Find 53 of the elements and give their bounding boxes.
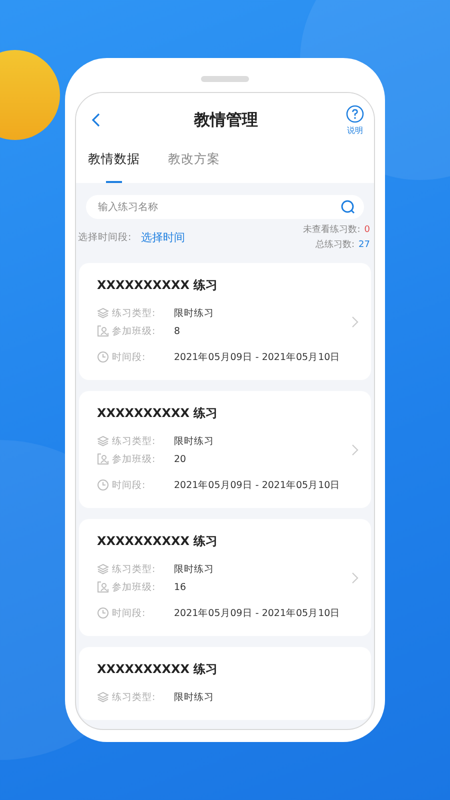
field-label: 参加班级:	[112, 452, 156, 466]
field-value: 2021年05月09日 - 2021年05月10日	[174, 350, 340, 364]
exercise-card[interactable]: XXXXXXXXXX 练习 练习类型: 限时练习 参加班级: 16 时间段: 2021年05月09日 - 2021年05月10日	[79, 519, 371, 636]
clock-icon	[97, 479, 109, 491]
card-title: XXXXXXXXXX 练习	[97, 661, 219, 678]
person-card-icon	[97, 581, 109, 593]
search-icon[interactable]	[340, 199, 356, 215]
field-label: 练习类型:	[112, 562, 156, 576]
speaker-slot	[201, 76, 249, 82]
count-stat: 未查看练习数: 0	[303, 224, 370, 236]
exercise-card[interactable]: XXXXXXXXXX 练习 练习类型: 限时练习 参加班级: 20 时间段: 2021年05月09日 - 2021年05月10日	[79, 391, 371, 508]
clock-icon	[97, 351, 109, 363]
count-stat: 总练习数: 27	[316, 238, 370, 251]
field-label: 练习类型:	[112, 306, 156, 320]
field-value: 2021年05月09日 - 2021年05月10日	[174, 606, 340, 620]
chevron-right-icon	[351, 316, 359, 328]
exercise-card[interactable]: XXXXXXXXXX 练习 练习类型: 限时练习 参加班级: 8 时间段: 2021年05月09日 - 2021年05月10日	[79, 263, 371, 380]
page-title: 教情管理	[192, 110, 259, 130]
exercise-card[interactable]: XXXXXXXXXX 练习 练习类型: 限时练习	[79, 647, 371, 720]
field-label: 参加班级:	[112, 580, 156, 594]
search-field[interactable]: 输入练习名称	[86, 195, 364, 219]
layers-icon	[97, 563, 109, 575]
chevron-right-icon	[351, 444, 359, 456]
person-card-icon	[97, 325, 109, 337]
field-label: 时间段:	[112, 606, 146, 620]
chevron-right-icon	[351, 572, 359, 584]
field-label: 练习类型:	[112, 434, 156, 448]
layers-icon	[97, 691, 109, 703]
layers-icon	[97, 307, 109, 319]
field-label: 练习类型:	[112, 690, 156, 704]
card-title: XXXXXXXXXX 练习	[97, 277, 219, 294]
field-label: 时间段:	[112, 350, 146, 364]
field-value: 20	[174, 454, 186, 464]
tab[interactable]: 教情数据	[88, 147, 140, 183]
help-icon[interactable]	[346, 104, 364, 122]
field-value: 限时练习	[174, 434, 214, 448]
field-value: 2021年05月09日 - 2021年05月10日	[174, 478, 340, 492]
card-title: XXXXXXXXXX 练习	[97, 533, 219, 550]
tab[interactable]: 教改方案	[168, 147, 220, 183]
filter-label: 选择时间段:	[78, 230, 132, 244]
card-title: XXXXXXXXXX 练习	[97, 405, 219, 422]
field-label: 时间段:	[112, 478, 146, 492]
field-value: 限时练习	[174, 306, 214, 320]
help-label[interactable]: 说明	[347, 124, 363, 136]
field-label: 参加班级:	[112, 324, 156, 338]
person-card-icon	[97, 453, 109, 465]
clock-icon	[97, 607, 109, 619]
layers-icon	[97, 435, 109, 447]
field-value: 限时练习	[174, 562, 214, 576]
field-value: 16	[174, 582, 186, 592]
time-picker-link[interactable]: 选择时间	[141, 230, 186, 244]
field-value: 8	[174, 326, 180, 336]
field-value: 限时练习	[174, 690, 214, 704]
